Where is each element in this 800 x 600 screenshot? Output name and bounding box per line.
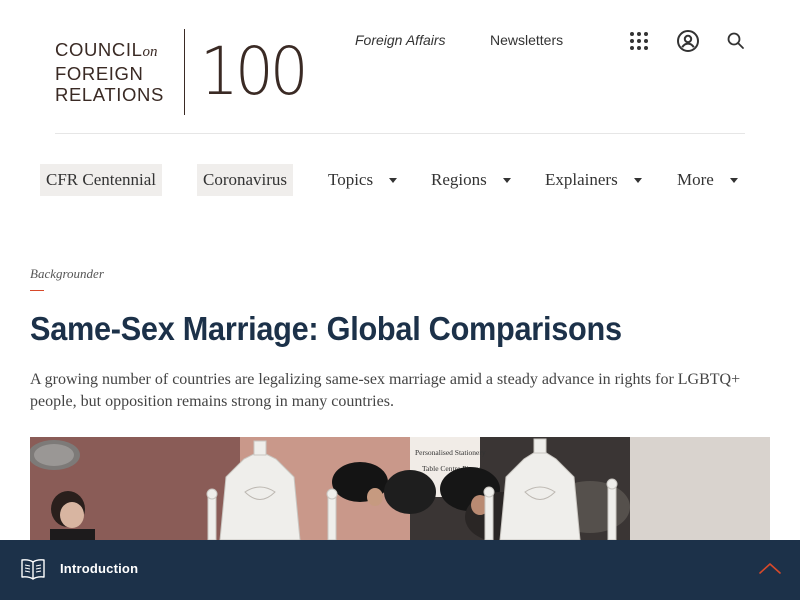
foreign-affairs-link[interactable]: Foreign Affairs [355,32,446,48]
logo-line-on: on [142,44,158,60]
nav-item-label: Topics [328,170,374,189]
logo-line-council: COUNCIL [55,39,143,60]
nav-item-cfr-centennial[interactable]: CFR Centennial [40,164,163,196]
eyebrow-accent-rule [30,290,44,291]
caret-down-icon [502,177,511,183]
article-title: Same-Sex Marriage: Global Comparisons [30,310,622,347]
hero-image: Personalised Stationery Table Centre Pie… [30,437,770,540]
nav-item-label: More [677,170,714,189]
nav-item-label: Explainers [545,170,618,189]
nav-item-regions[interactable]: Regions [431,164,511,196]
nav-item-coronavirus[interactable]: Coronavirus [197,164,294,196]
article-summary: A growing number of countries are legali… [30,371,741,410]
logo-line-relations: RELATIONS [55,84,164,105]
caret-down-icon [633,177,642,183]
nav-item-topics[interactable]: Topics [328,164,398,196]
logo-wordmark: COUNCILon FOREIGN RELATIONS [55,39,164,105]
chevron-up-icon[interactable] [758,560,782,581]
caret-down-icon [389,177,398,183]
book-icon [20,558,46,585]
logo-line-foreign: FOREIGN [55,63,144,84]
hero-sign-line-1: Personalised Stationery [415,448,486,457]
logo-centennial-number: 100 [200,33,309,110]
nav-item-label: Regions [431,170,487,189]
logo-divider [183,29,186,115]
table-of-contents-bar[interactable]: Introduction [0,540,800,600]
nav-item-explainers[interactable]: Explainers [545,164,642,196]
user-account-icon[interactable] [675,28,701,54]
nav-item-more[interactable]: More [677,164,738,196]
nav-item-label: CFR Centennial [46,170,157,189]
toc-current-section: Introduction [60,561,139,576]
nav-item-label: Coronavirus [203,170,288,189]
newsletters-link[interactable]: Newsletters [490,32,563,48]
caret-down-icon [729,177,738,183]
search-icon[interactable] [723,28,749,54]
article-type-label[interactable]: Backgrounder [30,266,104,282]
header-divider [55,133,745,134]
apps-grid-icon[interactable] [626,28,652,54]
cfr-100-logo[interactable]: COUNCILon FOREIGN RELATIONS 100 [55,29,315,115]
